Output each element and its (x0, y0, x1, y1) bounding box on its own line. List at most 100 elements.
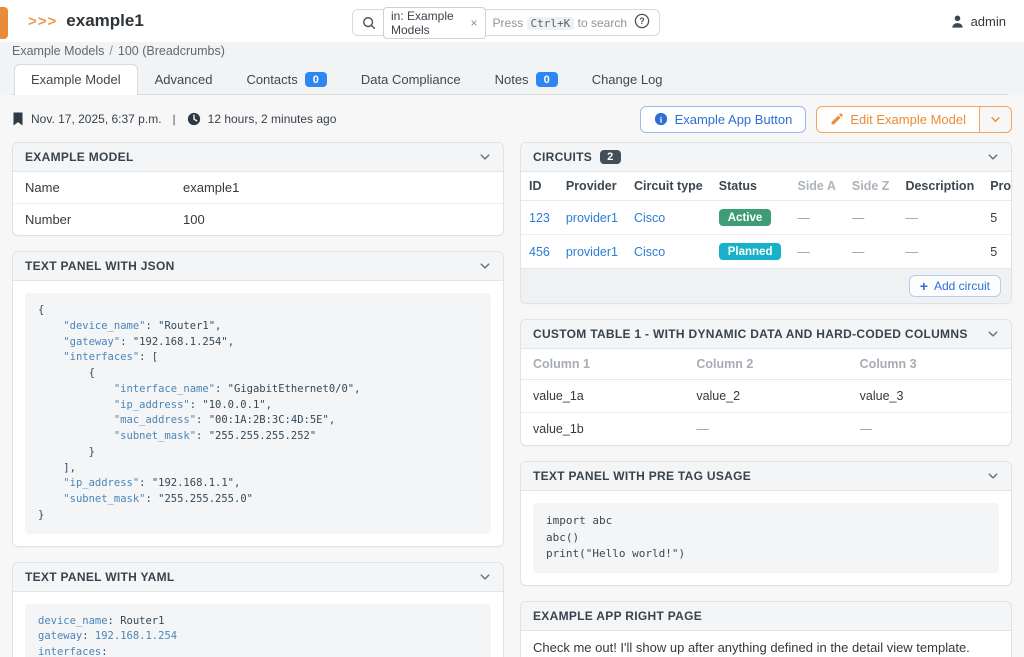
table-row: value_1b—— (521, 413, 1011, 446)
breadcrumb: Example Models/100 (Breadcrumbs) (12, 42, 1008, 64)
example-app-button[interactable]: i Example App Button (640, 106, 807, 133)
sub-header: Example Models/100 (Breadcrumbs) Example… (0, 42, 1024, 95)
custom-table: Column 1Column 2Column 3value_1avalue_2v… (521, 349, 1011, 445)
title-chevrons-icon: >>> (28, 13, 57, 30)
table-row: value_1avalue_2value_3 (521, 380, 1011, 413)
field-row: Nameexample1 (13, 172, 503, 204)
breadcrumb-item[interactable]: 100 (Breadcrumbs) (118, 44, 225, 58)
column-header: Description (897, 172, 982, 201)
page-title: example1 (66, 11, 144, 31)
help-icon[interactable]: ? (634, 13, 650, 32)
field-value: 100 (183, 212, 205, 227)
tab-notes[interactable]: Notes 0 (478, 64, 575, 95)
field-label: Number (25, 212, 183, 227)
plus-icon: + (920, 279, 928, 293)
column-header: ID (521, 172, 558, 201)
search-icon (362, 16, 376, 30)
cell-value: value_3 (848, 380, 1011, 413)
tab-data-compliance[interactable]: Data Compliance (344, 64, 478, 95)
tab-label: Advanced (155, 72, 213, 87)
collapse-chevron-icon[interactable] (479, 571, 491, 583)
tab-label: Example Model (31, 72, 121, 87)
circuit-row: 456provider1CiscoPlanned———5 (521, 235, 1012, 269)
provider-link[interactable]: provider1 (566, 211, 618, 225)
ctrl-k-kbd: Ctrl+K (527, 17, 575, 30)
side-z-value: — (852, 245, 865, 259)
pencil-icon (830, 113, 843, 126)
pre-panel-header: TEXT PANEL WITH PRE TAG USAGE (521, 462, 1011, 491)
edit-split-button: Edit Example Model (816, 106, 1012, 133)
info-icon: i (654, 112, 668, 126)
meta-divider: | (173, 112, 176, 126)
tab-label: Contacts (246, 72, 297, 87)
json-code-block: { "device_name": "Router1", "gateway": "… (25, 293, 491, 534)
card-title: CIRCUITS (533, 150, 592, 164)
right-page-card-header: EXAMPLE APP RIGHT PAGE (521, 602, 1011, 631)
collapse-chevron-icon[interactable] (987, 151, 999, 163)
tab-label: Data Compliance (361, 72, 461, 87)
circuit-row: 123provider1CiscoActive———5 (521, 201, 1012, 235)
circuits-card: CIRCUITS 2 IDProviderCircuit typeStatusS… (520, 142, 1012, 304)
action-buttons: i Example App Button Edit Example Model (640, 106, 1012, 133)
username: admin (971, 14, 1006, 29)
pre-panel-card: TEXT PANEL WITH PRE TAG USAGE import abc… (520, 461, 1012, 586)
object-meta-row: Nov. 17, 2025, 6:37 p.m. | 12 hours, 2 m… (12, 104, 1012, 134)
card-title: CUSTOM TABLE 1 - WITH DYNAMIC DATA AND H… (533, 327, 968, 341)
provider-link[interactable]: provider1 (566, 245, 618, 259)
tab-label: Notes (495, 72, 529, 87)
main-content: Nov. 17, 2025, 6:37 p.m. | 12 hours, 2 m… (0, 95, 1024, 657)
tab-bar: Example ModelAdvancedContacts0Data Compl… (12, 64, 1008, 95)
chip-close-icon[interactable]: × (471, 16, 478, 30)
circuit-type-link[interactable]: Cisco (634, 211, 665, 225)
collapse-chevron-icon[interactable] (479, 151, 491, 163)
search-scope-chip[interactable]: in: Example Models × (383, 7, 486, 39)
collapse-chevron-icon[interactable] (479, 260, 491, 272)
status-badge: Active (719, 209, 772, 226)
description-value: — (905, 245, 918, 259)
created-icon (12, 112, 24, 126)
tab-change-log[interactable]: Change Log (575, 64, 680, 95)
collapse-chevron-icon[interactable] (987, 470, 999, 482)
circuit-type-link[interactable]: Cisco (634, 245, 665, 259)
side-a-value: — (797, 211, 810, 225)
custom-table-card-header: CUSTOM TABLE 1 - WITH DYNAMIC DATA AND H… (521, 320, 1011, 349)
tab-example-model[interactable]: Example Model (14, 64, 138, 95)
sidebar-toggle-handle[interactable] (0, 7, 8, 39)
pre-code-block: import abc abc() print("Hello world!") (533, 503, 999, 573)
add-circuit-button[interactable]: + Add circuit (909, 275, 1001, 297)
yaml-panel-header: TEXT PANEL WITH YAML (13, 563, 503, 592)
created-timestamp: Nov. 17, 2025, 6:37 p.m. (31, 112, 162, 126)
side-a-value: — (797, 245, 810, 259)
right-page-card: EXAMPLE APP RIGHT PAGE Check me out! I'l… (520, 601, 1012, 657)
user-menu[interactable]: admin (950, 0, 1006, 42)
side-z-value: — (852, 211, 865, 225)
card-title: TEXT PANEL WITH PRE TAG USAGE (533, 469, 751, 483)
tab-advanced[interactable]: Advanced (138, 64, 230, 95)
circuit-id-link[interactable]: 456 (529, 245, 550, 259)
cell-value: value_1a (521, 380, 684, 413)
tab-label: Change Log (592, 72, 663, 87)
description-value: — (905, 211, 918, 225)
field-value: example1 (183, 180, 239, 195)
tab-contacts[interactable]: Contacts0 (229, 64, 343, 95)
left-column: EXAMPLE MODEL Nameexample1Number100 TEXT… (12, 142, 504, 657)
edit-dropdown-caret[interactable] (980, 106, 1012, 133)
right-column: CIRCUITS 2 IDProviderCircuit typeStatusS… (520, 142, 1012, 657)
tab-count-badge: 0 (536, 72, 558, 87)
column-header: Column 1 (521, 349, 684, 380)
global-search-input[interactable]: in: Example Models × Press Ctrl+K to sea… (352, 9, 660, 36)
example-model-rows: Nameexample1 Number100 (13, 172, 503, 235)
column-header: Column 3 (848, 349, 1011, 380)
edit-example-model-button[interactable]: Edit Example Model (816, 106, 980, 133)
circuits-table: IDProviderCircuit typeStatusSide ASide Z… (521, 172, 1012, 268)
breadcrumb-item[interactable]: Example Models (12, 44, 104, 58)
yaml-code-block: device_name: Router1 gateway: 192.168.1.… (25, 604, 491, 657)
collapse-chevron-icon[interactable] (987, 328, 999, 340)
column-header: Side Z (844, 172, 898, 201)
yaml-panel-card: TEXT PANEL WITH YAML device_name: Router… (12, 562, 504, 657)
custom-table-card: CUSTOM TABLE 1 - WITH DYNAMIC DATA AND H… (520, 319, 1012, 446)
json-panel-header: TEXT PANEL WITH JSON (13, 252, 503, 281)
column-header: Provider (558, 172, 626, 201)
circuits-card-footer: + Add circuit (521, 268, 1011, 303)
circuit-id-link[interactable]: 123 (529, 211, 550, 225)
